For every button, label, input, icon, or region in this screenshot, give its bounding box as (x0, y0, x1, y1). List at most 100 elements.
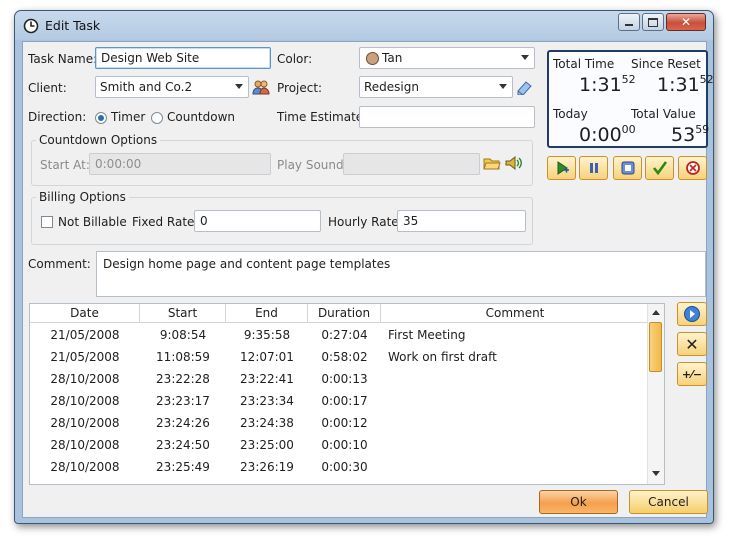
scrollbar-thumb[interactable] (649, 322, 662, 372)
comment-textarea[interactable]: Design home page and content page templa… (96, 251, 706, 297)
maximize-icon (648, 17, 658, 27)
window-title: Edit Task (45, 18, 101, 33)
chevron-down-icon (499, 84, 507, 89)
edit-task-window: Edit Task ✕ Task Name: Design Web Site C… (14, 10, 714, 524)
delete-icon: ✕ (685, 334, 699, 354)
add-entry-button[interactable] (677, 302, 707, 326)
fixed-rate-input[interactable]: 0 (194, 210, 321, 232)
cell-comment (388, 412, 648, 434)
time-stats-panel: Total Time Since Reset 1:3152 1:3152 Tod… (547, 50, 714, 148)
total-time-label: Total Time (553, 57, 615, 71)
color-value: Tan (382, 51, 403, 65)
cell-comment (388, 456, 648, 478)
table-row[interactable]: 28/10/2008 23:24:50 23:25:00 0:00:10 (30, 434, 649, 456)
timer-radio-label[interactable]: Timer (111, 110, 145, 124)
cell-date: 28/10/2008 (50, 438, 120, 452)
start-timer-button[interactable] (547, 156, 576, 180)
start-at-input[interactable]: 0:00:00 (89, 153, 271, 175)
cell-start: 9:08:54 (159, 328, 207, 342)
cell-comment (388, 434, 648, 456)
project-select[interactable]: Redesign (359, 76, 513, 98)
comment-label: Comment: (28, 257, 91, 271)
table-row[interactable]: 21/05/2008 11:08:59 12:07:01 0:58:02 Work on… (30, 346, 649, 368)
chevron-down-icon (521, 55, 529, 60)
table-row[interactable]: 28/10/2008 23:23:17 23:23:34 0:00:17 (30, 390, 649, 412)
table-row[interactable]: 28/10/2008 23:22:28 23:22:41 0:00:13 (30, 368, 649, 390)
time-estimate-input[interactable] (359, 106, 535, 128)
client-select[interactable]: Smith and Co.2 (95, 76, 249, 98)
cell-duration: 0:00:17 (321, 394, 368, 408)
color-select[interactable]: Tan (359, 47, 535, 69)
column-header-end[interactable]: End (226, 304, 308, 322)
countdown-options-title: Countdown Options (36, 133, 161, 147)
speaker-icon[interactable] (504, 155, 522, 171)
people-icon[interactable] (252, 79, 270, 95)
task-name-label: Task Name: (28, 52, 98, 66)
not-billable-checkbox[interactable] (41, 216, 53, 228)
column-header-date[interactable]: Date (30, 304, 140, 322)
cell-comment (388, 368, 648, 390)
scroll-down-icon[interactable] (652, 471, 660, 476)
cell-end: 23:25:00 (240, 438, 294, 452)
reset-button[interactable] (678, 156, 707, 180)
timer-radio[interactable] (95, 112, 107, 124)
client-value: Smith and Co.2 (100, 80, 193, 94)
scroll-up-icon[interactable] (652, 310, 660, 315)
open-folder-icon[interactable] (483, 155, 501, 171)
table-row[interactable]: 28/10/2008 23:25:49 23:26:19 0:00:30 (30, 456, 649, 478)
column-header-start[interactable]: Start (140, 304, 226, 322)
project-label: Project: (277, 81, 323, 95)
stop-timer-button[interactable] (613, 156, 642, 180)
ok-button[interactable]: Ok (539, 490, 618, 514)
total-value-value: 5359 (671, 123, 710, 146)
time-estimate-label: Time Estimate: (277, 110, 368, 124)
cell-date: 28/10/2008 (50, 394, 120, 408)
cell-duration: 0:00:12 (321, 416, 368, 430)
color-label: Color: (277, 52, 313, 66)
minimize-icon (625, 24, 633, 26)
billing-options-title: Billing Options (36, 190, 129, 204)
remove-entry-button[interactable]: ✕ (677, 332, 707, 356)
pause-icon (589, 163, 598, 173)
confirm-button[interactable] (645, 156, 674, 180)
task-name-input[interactable]: Design Web Site (95, 47, 271, 69)
column-header-duration[interactable]: Duration (308, 304, 381, 322)
total-value-label: Total Value (631, 107, 696, 121)
adjust-entry-button[interactable]: +⁄− (677, 362, 707, 386)
fixed-rate-label: Fixed Rate: (132, 215, 199, 229)
clock-icon (23, 18, 39, 34)
cell-date: 21/05/2008 (50, 350, 120, 364)
client-label: Client: (28, 81, 67, 95)
total-time-value: 1:3152 (579, 73, 636, 96)
cell-end: 23:26:19 (240, 460, 294, 474)
cell-start: 23:25:49 (156, 460, 210, 474)
cancel-button[interactable]: Cancel (629, 490, 708, 514)
hourly-rate-label: Hourly Rate: (328, 215, 403, 229)
cell-date: 21/05/2008 (50, 328, 120, 342)
today-value: 0:0000 (579, 123, 636, 146)
vertical-scrollbar[interactable] (647, 304, 664, 484)
play-sound-input[interactable] (343, 153, 480, 175)
checkmark-icon (652, 161, 667, 176)
table-row[interactable]: 28/10/2008 23:24:26 23:24:38 0:00:12 (30, 412, 649, 434)
minimize-button[interactable] (618, 13, 640, 31)
maximize-button[interactable] (642, 13, 664, 31)
project-edit-icon[interactable] (516, 79, 534, 95)
cell-duration: 0:58:02 (321, 350, 368, 364)
countdown-radio[interactable] (151, 112, 163, 124)
stop-icon (621, 161, 634, 175)
today-label: Today (553, 107, 588, 121)
hourly-rate-input[interactable]: 35 (397, 210, 526, 232)
close-button[interactable]: ✕ (666, 13, 706, 31)
cell-date: 28/10/2008 (50, 416, 120, 430)
dialog-body: Task Name: Design Web Site Color: Tan Cl… (22, 41, 714, 518)
not-billable-label[interactable]: Not Billable (58, 215, 127, 229)
since-reset-value: 1:3152 (657, 73, 714, 96)
countdown-radio-label[interactable]: Countdown (167, 110, 235, 124)
cell-date: 28/10/2008 (50, 372, 120, 386)
column-header-comment[interactable]: Comment (381, 304, 649, 322)
grid-header: Date Start End Duration Comment (30, 304, 649, 323)
table-row[interactable]: 21/05/2008 9:08:54 9:35:58 0:27:04 First Mee… (30, 324, 649, 346)
start-at-label: Start At: (40, 158, 90, 172)
pause-timer-button[interactable] (579, 156, 608, 180)
